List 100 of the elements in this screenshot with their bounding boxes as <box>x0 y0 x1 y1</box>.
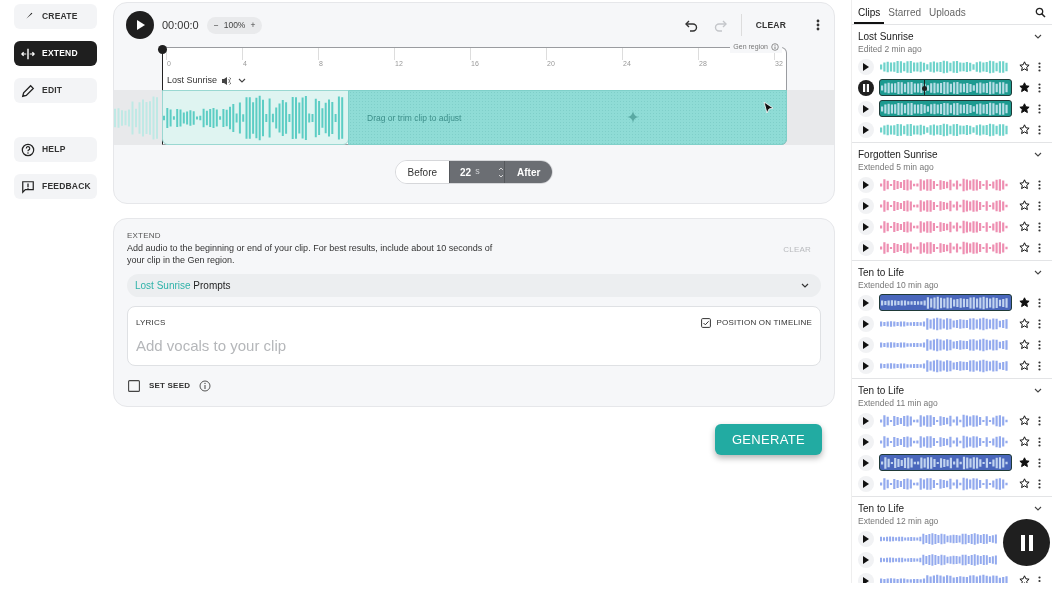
segment-option[interactable]: After <box>505 161 553 183</box>
star-filled-icon[interactable] <box>1019 297 1030 308</box>
chevron-down-icon[interactable] <box>1034 151 1042 158</box>
play-button[interactable] <box>858 218 874 235</box>
group-title: Lost Sunrise <box>858 30 914 43</box>
nav-button[interactable]: EDIT <box>14 78 97 103</box>
prompts-dropdown[interactable]: Lost Sunrise Prompts <box>127 274 821 297</box>
nav-button[interactable]: HELP <box>14 137 97 162</box>
chevron-down-icon[interactable] <box>1034 505 1042 512</box>
cursor-icon <box>763 101 774 114</box>
trim-handle[interactable] <box>158 45 167 54</box>
star-outline-icon[interactable] <box>1019 179 1030 190</box>
group-title: Forgotten Sunrise <box>858 148 938 161</box>
play-button[interactable] <box>858 551 874 568</box>
more-icon[interactable] <box>1038 61 1041 72</box>
waveform[interactable] <box>879 294 1012 311</box>
chevron-down-icon[interactable] <box>1034 387 1042 394</box>
zoom-in-button[interactable]: + <box>250 18 256 32</box>
more-icon[interactable] <box>1038 339 1041 350</box>
play-button[interactable] <box>126 11 154 39</box>
nav-button[interactable]: CREATE <box>14 4 97 29</box>
play-button[interactable] <box>858 100 874 117</box>
star-filled-icon[interactable] <box>1019 457 1030 468</box>
play-button[interactable] <box>858 79 874 96</box>
checkbox[interactable] <box>700 318 711 328</box>
more-icon[interactable] <box>1038 360 1041 371</box>
more-icon[interactable] <box>1038 318 1041 329</box>
star-outline-icon[interactable] <box>1019 339 1030 350</box>
play-icon <box>134 19 146 31</box>
play-button[interactable] <box>858 412 874 429</box>
star-outline-icon[interactable] <box>1019 360 1030 371</box>
more-icon[interactable] <box>1038 478 1041 489</box>
play-button[interactable] <box>858 433 874 450</box>
nav-button[interactable]: EXTEND <box>14 41 97 66</box>
more-icon[interactable] <box>1038 221 1041 232</box>
nav-button[interactable]: FEEDBACK <box>14 174 97 199</box>
star-outline-icon[interactable] <box>1019 200 1030 211</box>
play-button[interactable] <box>858 121 874 138</box>
clear-button[interactable]: CLEAR <box>755 18 786 32</box>
star-outline-icon[interactable] <box>1019 318 1030 329</box>
checkbox[interactable] <box>128 380 140 392</box>
lyrics-input[interactable]: Add vocals to your clip <box>136 335 812 358</box>
search-icon[interactable] <box>1035 7 1046 18</box>
floating-play-button[interactable] <box>1003 519 1050 566</box>
play-icon <box>862 534 870 543</box>
waveform[interactable] <box>879 100 1012 117</box>
tab[interactable]: Clips <box>854 2 885 24</box>
star-outline-icon[interactable] <box>1019 242 1030 253</box>
more-icon[interactable] <box>1038 82 1041 93</box>
more-icon[interactable] <box>1038 179 1041 190</box>
group-title: Ten to Life <box>858 502 905 515</box>
more-icon[interactable] <box>1038 575 1041 583</box>
undo-icon[interactable] <box>684 18 698 32</box>
stepper-arrows-icon[interactable] <box>497 166 504 178</box>
info-icon[interactable] <box>199 380 212 392</box>
play-button[interactable] <box>858 176 874 193</box>
lyrics-field[interactable]: LYRICS POSITION ON TIMELINE Add vocals to your clip <box>127 306 821 366</box>
star-outline-icon[interactable] <box>1019 436 1030 447</box>
star-outline-icon[interactable] <box>1019 575 1030 583</box>
star-outline-icon[interactable] <box>1019 478 1030 489</box>
star-filled-icon[interactable] <box>1019 82 1030 93</box>
waveform[interactable] <box>879 79 1012 96</box>
description: Add audio to the beginning or end of your clip. For best results, include about 10 seconds of your clip in the Gen region. <box>127 242 494 266</box>
play-button[interactable] <box>858 357 874 374</box>
speaker-icon[interactable] <box>221 75 232 86</box>
play-button[interactable] <box>858 294 874 311</box>
play-button[interactable] <box>858 58 874 75</box>
play-button[interactable] <box>858 197 874 214</box>
chevron-down-icon[interactable] <box>238 77 247 85</box>
star-outline-icon[interactable] <box>1019 124 1030 135</box>
tab[interactable]: Starred <box>884 2 926 24</box>
more-icon[interactable] <box>1038 242 1041 253</box>
zoom-out-button[interactable]: − <box>213 18 219 32</box>
group-subtitle: Extended 12 min ago <box>858 515 939 527</box>
chevron-down-icon[interactable] <box>1034 33 1042 40</box>
star-filled-icon[interactable] <box>1019 103 1030 114</box>
chevron-down-icon[interactable] <box>1034 269 1042 276</box>
play-button[interactable] <box>858 475 874 492</box>
waveform[interactable] <box>879 454 1012 471</box>
more-icon[interactable] <box>816 19 820 31</box>
tab[interactable]: Uploads <box>925 2 970 24</box>
play-button[interactable] <box>858 454 874 471</box>
more-icon[interactable] <box>1038 457 1041 468</box>
star-outline-icon[interactable] <box>1019 61 1030 72</box>
segment-option[interactable]: Before <box>395 161 450 183</box>
play-button[interactable] <box>858 315 874 332</box>
play-icon <box>862 555 870 564</box>
more-icon[interactable] <box>1038 297 1041 308</box>
more-icon[interactable] <box>1038 200 1041 211</box>
duration-stepper[interactable]: 22 s <box>449 161 506 183</box>
more-icon[interactable] <box>1038 124 1041 135</box>
group-subtitle: Extended 10 min ago <box>858 279 939 291</box>
play-button[interactable] <box>858 239 874 256</box>
play-button[interactable] <box>858 530 874 547</box>
more-icon[interactable] <box>1038 436 1041 447</box>
more-icon[interactable] <box>1038 103 1041 114</box>
star-outline-icon[interactable] <box>1019 415 1030 426</box>
more-icon[interactable] <box>1038 415 1041 426</box>
play-button[interactable] <box>858 336 874 353</box>
star-outline-icon[interactable] <box>1019 221 1030 232</box>
